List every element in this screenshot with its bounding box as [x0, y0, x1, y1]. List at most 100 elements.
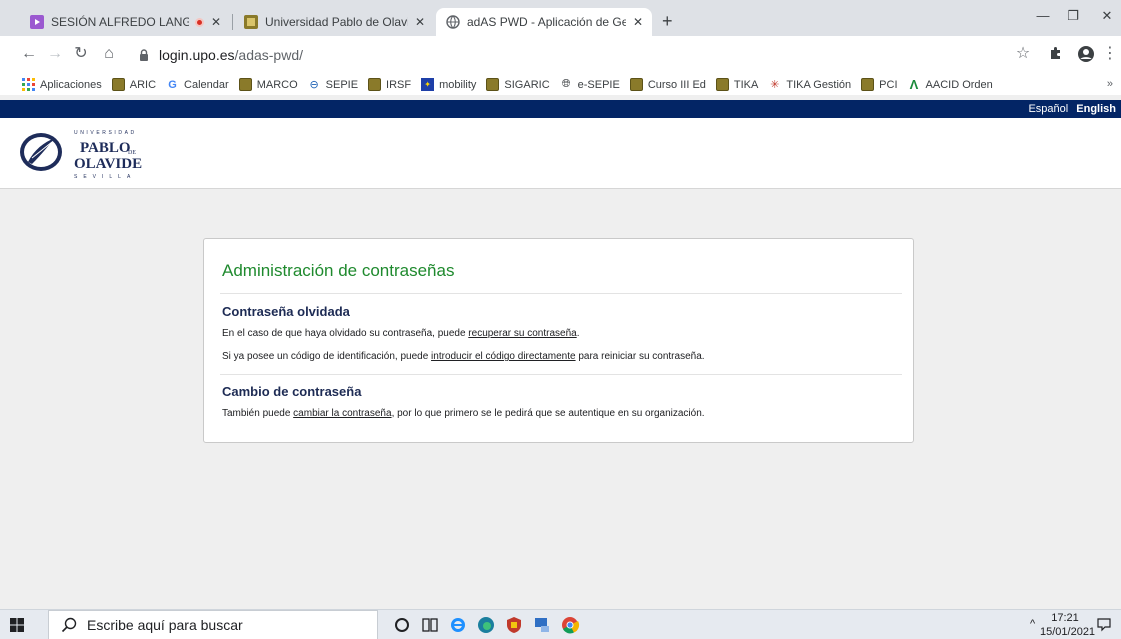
bookmark-label: MARCO	[256, 78, 298, 91]
edge-browser-icon[interactable]	[476, 615, 496, 635]
search-placeholder: Escribe aquí para buscar	[87, 617, 243, 633]
bookmark-label: mobility	[439, 78, 477, 91]
new-tab-button[interactable]: +	[662, 12, 673, 30]
browser-tab-strip: SESIÓN ALFREDO LANGA 15 ✕ Universidad Pa…	[0, 0, 1121, 36]
bookmark-curso-iii-ed[interactable]: Curso III Ed	[629, 78, 706, 91]
change-password-text: También puede cambiar la contraseña, por…	[222, 408, 705, 419]
tab-title: Universidad Pablo de Olavide, de	[265, 15, 408, 29]
eu-flag-icon: ✦	[421, 78, 435, 91]
taskbar-search-input[interactable]: Escribe aquí para buscar	[48, 610, 378, 639]
bookmark-sepie[interactable]: ⊖ SEPIE	[308, 78, 359, 92]
sepie-logo-icon: ⊖	[309, 79, 319, 91]
bookmark-pci[interactable]: PCI	[861, 78, 898, 91]
google-g-icon: G	[168, 78, 177, 91]
tray-chevron-up-icon[interactable]: ^	[1030, 618, 1035, 630]
bookmark-label: TIKA	[733, 78, 759, 91]
search-icon	[61, 617, 77, 633]
text-segment: , por lo que primero se le pedirá que se…	[391, 408, 705, 419]
logo-text-olavide: OLAVIDE	[74, 156, 142, 172]
bookmark-aplicaciones[interactable]: Aplicaciones	[22, 78, 102, 91]
bookmark-marco[interactable]: MARCO	[238, 78, 298, 91]
tab-separator	[232, 14, 233, 30]
notification-center-icon[interactable]	[1096, 616, 1112, 632]
url-path: /adas-pwd/	[234, 47, 303, 63]
bookmark-label: PCI	[879, 78, 898, 91]
text-segment: Si ya posee un código de identificación,…	[222, 351, 432, 362]
bookmark-tika-gestion[interactable]: ✳ TIKA Gestión	[768, 78, 851, 92]
bookmark-folder-icon	[629, 78, 643, 91]
tab-adas-pwd[interactable]: adAS PWD - Aplicación de Gestió ✕	[436, 8, 652, 36]
bookmark-label: ARIC	[129, 78, 157, 91]
tab-close-button[interactable]: ✕	[412, 14, 428, 30]
address-bar[interactable]: login.upo.es/adas-pwd/	[137, 45, 303, 65]
puzzle-icon	[1051, 47, 1060, 59]
windows-start-icon[interactable]	[10, 618, 24, 632]
bookmark-folder-icon	[861, 78, 875, 91]
clock-date: 15/01/2021	[1040, 626, 1096, 638]
bookmark-irsf[interactable]: IRSF	[368, 78, 411, 91]
extensions-puzzle-icon[interactable]	[1046, 45, 1066, 66]
restore-button[interactable]: ❐	[1058, 8, 1088, 24]
bookmark-aric[interactable]: ARIC	[111, 78, 157, 91]
remote-desktop-icon[interactable]	[532, 615, 552, 635]
tab-close-button[interactable]: ✕	[208, 14, 224, 30]
globe-icon	[446, 15, 460, 29]
bookmark-folder-icon	[486, 78, 500, 91]
bookmark-folder-icon	[111, 78, 125, 91]
window-close-button[interactable]: ✕	[1092, 8, 1121, 24]
language-link-espanol[interactable]: Español	[1028, 103, 1068, 115]
site-header: UNIVERSIDAD PABLO DE OLAVIDE SEVILLA	[0, 118, 1121, 189]
chrome-browser-icon[interactable]	[560, 615, 580, 635]
bookmark-label: Curso III Ed	[647, 78, 706, 91]
bookmark-mobility[interactable]: ✦ mobility	[421, 78, 476, 91]
menu-kebab-icon[interactable]: ⋮	[1100, 45, 1120, 63]
bookmark-folder-icon	[368, 78, 382, 91]
bookmark-tika[interactable]: TIKA	[715, 78, 759, 91]
tab-title: adAS PWD - Aplicación de Gestió	[467, 15, 626, 29]
system-clock[interactable]: 17:21 15/01/2021	[1040, 611, 1096, 639]
text-segment: .	[576, 328, 580, 339]
page-viewport: Español English UNIVERSIDAD PABLO DE OLA…	[0, 100, 1121, 608]
language-link-english[interactable]: English	[1076, 103, 1116, 115]
internet-explorer-icon[interactable]	[448, 615, 468, 635]
clock-time: 17:21	[1051, 612, 1079, 624]
bookmark-calendar[interactable]: G Calendar	[166, 78, 229, 91]
security-shield-icon[interactable]	[504, 615, 524, 635]
asterisk-logo-icon: ✳	[770, 79, 780, 91]
globe-icon: 🌐︎	[561, 78, 571, 90]
back-arrow-icon[interactable]: ←	[18, 45, 40, 63]
bookmark-label: IRSF	[386, 78, 412, 91]
minimize-button[interactable]: —	[1028, 8, 1058, 23]
bookmarks-overflow-chevron-icon[interactable]: »	[1107, 78, 1113, 90]
apps-grid-icon	[22, 78, 35, 91]
reload-icon[interactable]: ↻	[70, 45, 92, 63]
tab-close-button[interactable]: ✕	[630, 14, 646, 30]
browser-toolbar: ← → ↻ ⌂ login.upo.es/adas-pwd/ ☆ ⋮	[0, 36, 1121, 74]
tab-sesion-alfredo[interactable]: SESIÓN ALFREDO LANGA 15 ✕	[20, 8, 230, 36]
password-admin-card: Administración de contraseñas Contraseña…	[203, 238, 914, 443]
profile-avatar-icon[interactable]	[1076, 45, 1096, 68]
recover-password-link[interactable]: recuperar su contraseña	[468, 328, 576, 339]
tab-universidad-pablo-olavide[interactable]: Universidad Pablo de Olavide, de ✕	[234, 8, 434, 36]
video-tab-icon	[30, 15, 44, 29]
enter-code-directly-link[interactable]: introducir el código directamente	[431, 351, 576, 362]
account-circle-icon	[1078, 46, 1094, 62]
bookmark-label: SEPIE	[325, 78, 359, 91]
bookmark-label: Aplicaciones	[40, 78, 102, 91]
bookmark-e-sepie[interactable]: 🌐︎ e-SEPIE	[560, 78, 620, 91]
bookmark-star-icon[interactable]: ☆	[1013, 45, 1033, 63]
task-view-icon[interactable]	[420, 615, 440, 635]
logo-text-pablo: PABLO	[80, 140, 131, 156]
home-icon[interactable]: ⌂	[98, 45, 120, 63]
forward-arrow-icon[interactable]: →	[44, 45, 66, 63]
text-segment: para reiniciar su contraseña.	[575, 351, 705, 362]
university-logo[interactable]: UNIVERSIDAD PABLO DE OLAVIDE SEVILLA	[18, 128, 158, 180]
recording-indicator-icon	[195, 17, 204, 27]
bookmark-sigaric[interactable]: SIGARIC	[486, 78, 550, 91]
bookmark-aacid-orden[interactable]: Λ AACID Orden	[908, 77, 993, 92]
cortana-circle-icon[interactable]	[392, 615, 412, 635]
upo-favicon-icon	[244, 15, 258, 29]
divider	[220, 374, 902, 375]
change-password-link[interactable]: cambiar la contraseña	[293, 408, 391, 419]
bookmark-label: Calendar	[184, 78, 229, 91]
